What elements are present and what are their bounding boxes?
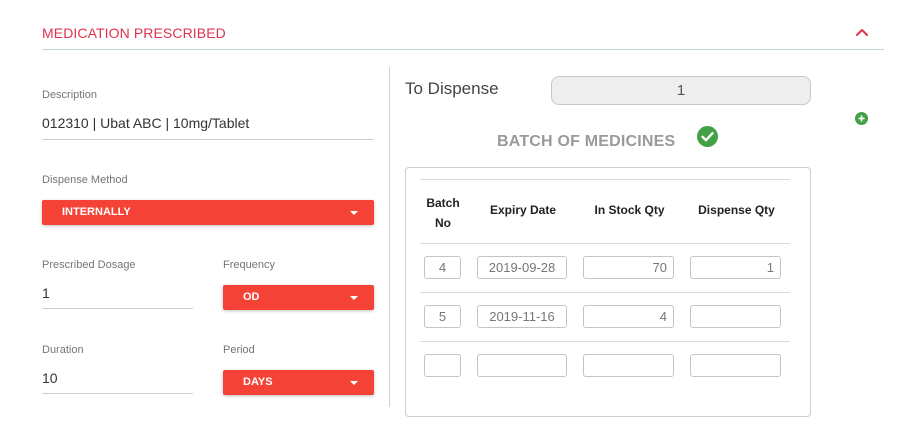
period-label: Period <box>223 344 255 356</box>
to-dispense-label: To Dispense <box>405 79 499 98</box>
frequency-select[interactable]: OD <box>223 285 374 310</box>
table-row-rule <box>420 341 790 342</box>
caret-down-icon <box>350 381 358 385</box>
period-value: DAYS <box>243 376 273 388</box>
caret-down-icon <box>350 296 358 300</box>
col-header-batch-no: Batch No <box>418 193 468 233</box>
batch-table: Batch No Expiry Date In Stock Qty Dispen… <box>405 167 811 417</box>
prescribed-dosage-underline <box>42 308 193 309</box>
duration-underline <box>42 393 193 394</box>
plus-circle-icon[interactable] <box>855 112 868 125</box>
dispense-qty-input[interactable] <box>690 305 781 328</box>
frequency-value: OD <box>243 291 260 303</box>
description-underline <box>42 139 374 140</box>
in-stock-qty-input[interactable] <box>583 354 674 377</box>
dispense-method-label: Dispense Method <box>42 174 128 186</box>
batch-no-input[interactable] <box>424 354 461 377</box>
table-top-rule <box>420 179 790 180</box>
batch-title: BATCH OF MEDICINES <box>497 133 676 150</box>
to-dispense-field[interactable]: 1 <box>551 76 811 105</box>
batch-no-input[interactable]: 4 <box>424 256 461 279</box>
col-header-in-stock-qty: In Stock Qty <box>594 203 665 217</box>
dispense-qty-input[interactable] <box>690 354 781 377</box>
dispense-method-select[interactable]: INTERNALLY <box>42 200 374 225</box>
col-header-dispense-qty: Dispense Qty <box>698 203 775 217</box>
frequency-label: Frequency <box>223 259 275 271</box>
col-header-expiry-date: Expiry Date <box>489 203 557 217</box>
description-field[interactable]: 012310 | Ubat ABC | 10mg/Tablet <box>42 115 249 131</box>
dispense-method-value: INTERNALLY <box>62 206 131 218</box>
column-divider <box>389 67 390 407</box>
prescribed-dosage-field[interactable]: 1 <box>42 285 50 301</box>
section-title: MEDICATION PRESCRIBED <box>42 25 226 41</box>
duration-label: Duration <box>42 344 84 356</box>
prescribed-dosage-label: Prescribed Dosage <box>42 259 136 271</box>
period-select[interactable]: DAYS <box>223 370 374 395</box>
expiry-date-input[interactable] <box>477 354 567 377</box>
prescription-form: Description 012310 | Ubat ABC | 10mg/Tab… <box>42 70 377 410</box>
description-label: Description <box>42 89 98 101</box>
expiry-date-input[interactable]: 2019-11-16 <box>477 305 567 328</box>
table-row-rule <box>420 292 790 293</box>
check-circle-icon <box>697 126 718 147</box>
chevron-up-icon[interactable] <box>854 24 870 40</box>
in-stock-qty-input[interactable]: 70 <box>583 256 674 279</box>
caret-down-icon <box>350 211 358 215</box>
table-row-rule <box>420 243 790 244</box>
dispense-qty-input[interactable]: 1 <box>690 256 781 279</box>
col-header-batch-no-line2: No <box>435 216 451 230</box>
expiry-date-input[interactable]: 2019-09-28 <box>477 256 567 279</box>
section-header: MEDICATION PRESCRIBED <box>42 24 884 50</box>
col-header-batch-no-line1: Batch <box>426 196 460 210</box>
duration-field[interactable]: 10 <box>42 370 58 386</box>
batch-no-input[interactable]: 5 <box>424 305 461 328</box>
in-stock-qty-input[interactable]: 4 <box>583 305 674 328</box>
